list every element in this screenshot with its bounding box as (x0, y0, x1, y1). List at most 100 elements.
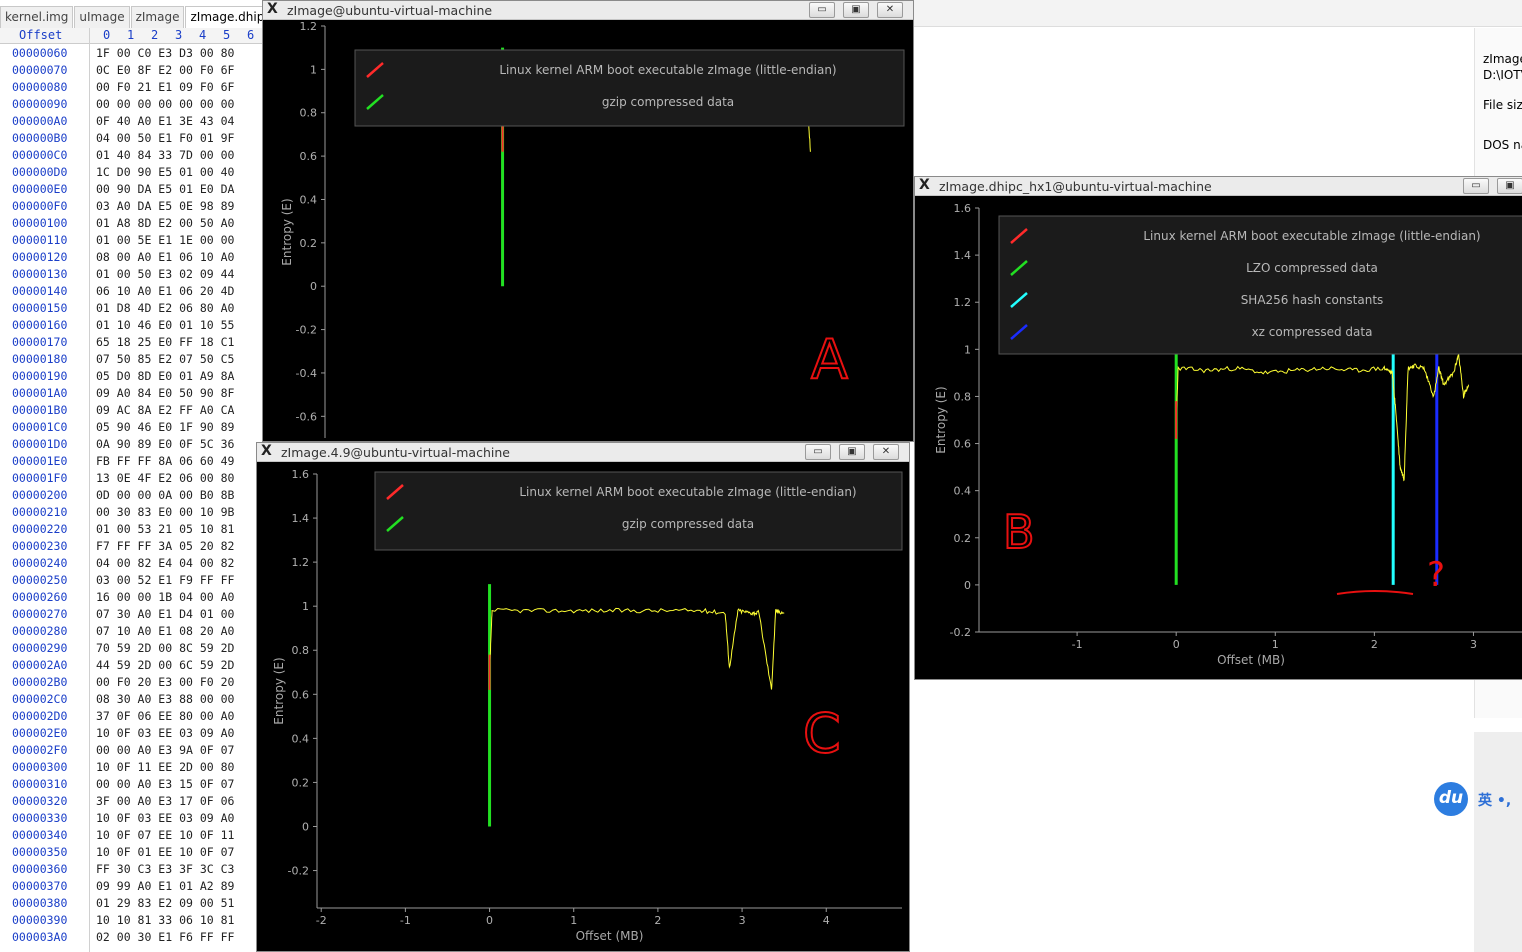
hex-row-bytes[interactable]: 0D 00 00 0A 00 B0 8B (96, 487, 234, 504)
maximize-button[interactable]: ▣ (1497, 178, 1522, 194)
hex-row-bytes[interactable]: 01 10 46 E0 01 10 55 (96, 317, 234, 334)
plot-window-c[interactable]: X zImage.4.9@ubuntu-virtual-machine ▭ ▣ … (256, 442, 910, 952)
hex-row-bytes[interactable]: 10 0F 07 EE 10 0F 11 (96, 827, 234, 844)
x-tick-label: 2 (654, 914, 661, 927)
y-tick-label: 1.2 (954, 296, 972, 309)
hex-row-bytes[interactable]: 1C D0 90 E5 01 00 40 (96, 164, 234, 181)
hex-row-bytes[interactable]: 16 00 00 1B 04 00 A0 (96, 589, 234, 606)
hex-row-bytes[interactable]: 00 00 A0 E3 9A 0F 07 (96, 742, 234, 759)
hex-row-bytes[interactable]: 00 F0 20 E3 00 F0 20 (96, 674, 234, 691)
hex-row-bytes[interactable]: 1F 00 C0 E3 D3 00 80 (96, 45, 234, 62)
tab-kernel-img[interactable]: kernel.img (0, 6, 74, 28)
hex-row-bytes[interactable]: 01 29 83 E2 09 00 51 (96, 895, 234, 912)
baidu-ime-icon[interactable]: du (1434, 782, 1468, 816)
ime-toolbar[interactable]: du 英 •, (1434, 780, 1522, 816)
close-button[interactable]: ✕ (877, 2, 903, 18)
hex-row-bytes[interactable]: 70 59 2D 00 8C 59 2D (96, 640, 234, 657)
hex-row-bytes[interactable]: 04 00 50 E1 F0 01 9F (96, 130, 234, 147)
hex-row-bytes[interactable]: 07 50 85 E2 07 50 C5 (96, 351, 234, 368)
hex-row-bytes[interactable]: 05 D0 8D E0 01 A9 8A (96, 368, 234, 385)
window-b-titlebar[interactable]: X zImage.dhipc_hx1@ubuntu-virtual-machin… (915, 177, 1522, 196)
hex-row-bytes[interactable]: 01 00 50 E3 02 09 44 (96, 266, 234, 283)
entropy-line (1175, 352, 1469, 482)
hex-row-bytes[interactable]: 01 40 84 33 7D 00 00 (96, 147, 234, 164)
hex-row-offset: 00000350 (12, 845, 68, 859)
legend-label: LZO compressed data (1246, 261, 1378, 275)
hex-row-bytes[interactable]: FB FF FF 8A 06 60 49 (96, 453, 234, 470)
hex-row-bytes[interactable]: 07 10 A0 E1 08 20 A0 (96, 623, 234, 640)
ime-mode-label[interactable]: 英 •, (1478, 790, 1511, 810)
x-tick-label: 3 (739, 914, 746, 927)
hex-row-offset: 00000310 (12, 777, 68, 791)
plot-window-a[interactable]: X zImage@ubuntu-virtual-machine ▭ ▣ ✕ 1.… (262, 0, 914, 442)
hex-row-bytes[interactable]: 06 10 A0 E1 06 20 4D (96, 283, 234, 300)
y-tick-label: -0.6 (296, 410, 317, 423)
x-tick-label: 1 (570, 914, 577, 927)
hex-row-bytes[interactable]: 37 0F 06 EE 80 00 A0 (96, 708, 234, 725)
hex-row-bytes[interactable]: 00 90 DA E5 01 E0 DA (96, 181, 234, 198)
x11-icon: X (261, 443, 272, 459)
tab-zimage-dhip[interactable]: zImage.dhip (185, 6, 270, 28)
hex-row-bytes[interactable]: 01 A8 8D E2 00 50 A0 (96, 215, 234, 232)
hex-row-bytes[interactable]: 0F 40 A0 E1 3E 43 04 (96, 113, 234, 130)
plot-window-b[interactable]: X zImage.dhipc_hx1@ubuntu-virtual-machin… (914, 176, 1522, 680)
hex-row-bytes[interactable]: 09 99 A0 E1 01 A2 89 (96, 878, 234, 895)
hex-row-bytes[interactable]: 00 30 83 E0 00 10 9B (96, 504, 234, 521)
hex-row-bytes[interactable]: 10 0F 03 EE 03 09 A0 (96, 725, 234, 742)
x-tick-label: -1 (1072, 638, 1083, 651)
hex-row-bytes[interactable]: 00 00 A0 E3 15 0F 07 (96, 776, 234, 793)
hex-row-bytes[interactable]: 07 30 A0 E1 D4 01 00 (96, 606, 234, 623)
maximize-button[interactable]: ▣ (843, 2, 869, 18)
chart-c: 1.6 1.4 1.2 1 0.8 0.6 0.4 0.2 0 -0.2 -2 -1 0 1 2 3 4 Entr… (272, 468, 903, 943)
hex-row-bytes[interactable]: 3F 00 A0 E3 17 0F 06 (96, 793, 234, 810)
hex-row-bytes[interactable]: 08 00 A0 E1 06 10 A0 (96, 249, 234, 266)
tab-uimage[interactable]: uImage (74, 6, 130, 28)
hex-row-offset: 00000280 (12, 624, 68, 638)
hex-row-bytes[interactable]: 0C E0 8F E2 00 F0 6F (96, 62, 234, 79)
hex-row-bytes[interactable]: 09 A0 84 E0 50 90 8F (96, 385, 234, 402)
y-tick-label: 0.2 (300, 237, 318, 250)
window-a-titlebar[interactable]: X zImage@ubuntu-virtual-machine ▭ ▣ ✕ (263, 1, 913, 20)
hex-row-bytes[interactable]: 10 10 81 33 06 10 81 (96, 912, 234, 929)
hex-row-bytes[interactable]: 44 59 2D 00 6C 59 2D (96, 657, 234, 674)
hex-row-bytes[interactable]: 00 F0 21 E1 09 F0 6F (96, 79, 234, 96)
hex-row-offset: 00000200 (12, 488, 68, 502)
hex-row-bytes[interactable]: 01 00 5E E1 1E 00 00 (96, 232, 234, 249)
hex-row-bytes[interactable]: 08 30 A0 E3 88 00 00 (96, 691, 234, 708)
minimize-button[interactable]: ▭ (809, 2, 835, 18)
maximize-button[interactable]: ▣ (839, 444, 865, 460)
annotation-underline (1336, 590, 1414, 595)
tab-zimage[interactable]: zImage (130, 6, 185, 28)
hex-row-bytes[interactable]: 09 AC 8A E2 FF A0 CA (96, 402, 234, 419)
hex-row-bytes[interactable]: 10 0F 01 EE 10 0F 07 (96, 844, 234, 861)
y-axis-label: Entropy (E) (280, 198, 294, 265)
window-b-title: zImage.dhipc_hx1@ubuntu-virtual-machine (939, 179, 1212, 194)
hex-row-bytes[interactable]: 0A 90 89 E0 0F 5C 36 (96, 436, 234, 453)
y-tick-label: 1.6 (292, 468, 310, 481)
hex-row-bytes[interactable]: 10 0F 03 EE 03 09 A0 (96, 810, 234, 827)
hex-row-bytes[interactable]: 01 D8 4D E2 06 80 A0 (96, 300, 234, 317)
hex-row-bytes[interactable]: 01 00 53 21 05 10 81 (96, 521, 234, 538)
y-tick-label: 0.2 (292, 776, 310, 789)
hex-row-offset: 000002C0 (12, 692, 68, 706)
hex-row-bytes[interactable]: 03 00 52 E1 F9 FF FF (96, 572, 234, 589)
column-header: 0 (103, 28, 111, 42)
hex-row-offset: 000002B0 (12, 675, 68, 689)
hex-row-offset: 000001F0 (12, 471, 68, 485)
hex-row-bytes[interactable]: 10 0F 11 EE 2D 00 80 (96, 759, 234, 776)
hex-row-bytes[interactable]: 00 00 00 00 00 00 00 (96, 96, 234, 113)
hex-row-bytes[interactable]: 13 0E 4F E2 06 00 80 (96, 470, 234, 487)
window-c-titlebar[interactable]: X zImage.4.9@ubuntu-virtual-machine ▭ ▣ … (257, 443, 909, 462)
hex-row-bytes[interactable]: F7 FF FF 3A 05 20 82 (96, 538, 234, 555)
hex-row-bytes[interactable]: 04 00 82 E4 04 00 82 (96, 555, 234, 572)
hex-row-bytes[interactable]: 03 A0 DA E5 0E 98 89 (96, 198, 234, 215)
hex-row-bytes[interactable]: 02 00 30 E1 F6 FF FF (96, 929, 234, 946)
hex-row-offset: 00000170 (12, 335, 68, 349)
minimize-button[interactable]: ▭ (805, 444, 831, 460)
minimize-button[interactable]: ▭ (1463, 178, 1489, 194)
hex-row-bytes[interactable]: 65 18 25 E0 FF 18 C1 (96, 334, 234, 351)
hex-row-bytes[interactable]: FF 30 C3 E3 3F 3C C3 (96, 861, 234, 878)
hex-row-offset: 000001E0 (12, 454, 68, 468)
hex-row-bytes[interactable]: 05 90 46 E0 1F 90 89 (96, 419, 234, 436)
close-button[interactable]: ✕ (873, 444, 899, 460)
